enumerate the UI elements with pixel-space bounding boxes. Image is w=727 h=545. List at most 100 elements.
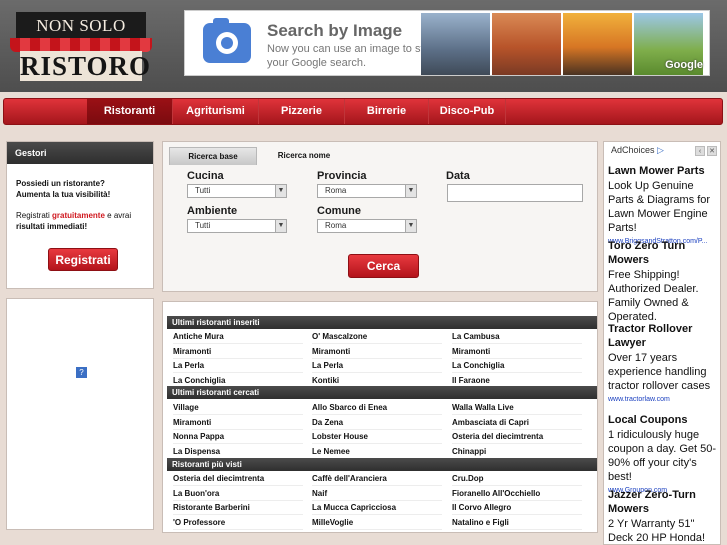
- list-item[interactable]: O' Mascalzone: [312, 330, 442, 344]
- gestori-panel: Gestori Possiedi un ristorante? Aumenta …: [6, 141, 154, 289]
- ad-title[interactable]: Toro Zero Turn Mowers: [608, 239, 722, 267]
- chevron-down-icon: ▼: [405, 185, 416, 197]
- main-nav: Ristoranti Agriturismi Pizzerie Birrerie…: [3, 98, 723, 125]
- list-item[interactable]: MilleVoglie: [312, 516, 442, 530]
- list-item[interactable]: Lobster House: [312, 430, 442, 444]
- list-item[interactable]: Nonna Pappa: [173, 430, 303, 444]
- ad-title[interactable]: Tractor Rollover Lawyer: [608, 322, 722, 350]
- left-ad-slot[interactable]: ?: [6, 298, 154, 530]
- search-by-image-banner-ad[interactable]: Search by Image Now you can use an image…: [184, 10, 710, 76]
- ambiente-select[interactable]: Tutti ▼: [187, 219, 287, 233]
- list-item[interactable]: Naif: [312, 487, 442, 501]
- ad-body: Over 17 years experience handling tracto…: [608, 352, 711, 392]
- chevron-down-icon: ▼: [275, 220, 286, 232]
- list-item[interactable]: La Conchiglia: [452, 359, 582, 373]
- ad-body: 2 Yr Warranty 51" Deck 20 HP Honda! Made…: [608, 518, 706, 544]
- site-header: NON SOLO RISTORO Search by Image Now you…: [0, 0, 727, 92]
- comune-select[interactable]: Roma ▼: [317, 219, 417, 233]
- list-item[interactable]: La Perla: [312, 359, 442, 373]
- list-item[interactable]: Miramonti: [173, 345, 303, 359]
- registrati-button[interactable]: Registrati: [48, 248, 118, 271]
- chevron-down-icon: ▼: [275, 185, 286, 197]
- list-item[interactable]: Il Corvo Allegro: [452, 501, 582, 515]
- tab-ricerca-nome[interactable]: Ricerca nome: [261, 147, 347, 165]
- close-icon[interactable]: ✕: [707, 146, 717, 156]
- data-input[interactable]: [447, 184, 583, 202]
- nav-item-ristoranti[interactable]: Ristoranti: [87, 99, 173, 124]
- nav-item-agriturismi[interactable]: Agriturismi: [173, 99, 259, 124]
- nav-item-disco-pub[interactable]: Disco-Pub: [429, 99, 506, 124]
- adchoices-icon: ▷: [657, 145, 664, 155]
- list-item[interactable]: Miramonti: [312, 345, 442, 359]
- ad-info-icon[interactable]: ‹: [695, 146, 705, 156]
- gestori-text: Registrati gratuitamente e avrai risulta…: [16, 211, 132, 231]
- ad-item-jazzer-mowers[interactable]: Jazzer Zero-Turn Mowers 2 Yr Warranty 51…: [608, 488, 722, 545]
- list-item[interactable]: Ristorante Barberini: [173, 501, 303, 515]
- camera-icon: [203, 23, 251, 63]
- gestori-title: Gestori: [7, 142, 153, 164]
- list-item[interactable]: Miramonti: [452, 345, 582, 359]
- list-item[interactable]: Chinappi: [452, 445, 582, 459]
- list-item[interactable]: Allo Sbarco di Enea: [312, 401, 442, 415]
- list-item[interactable]: Miramonti: [173, 416, 303, 430]
- adchoices-link[interactable]: AdChoices ▷: [611, 145, 664, 156]
- search-panel: Ricerca base Ricerca nome Cucina Tutti ▼ …: [162, 141, 598, 292]
- banner-image-castle: [421, 13, 490, 75]
- list-item[interactable]: Antiche Mura: [173, 330, 303, 344]
- restaurant-lists-panel: Ultimi ristoranti inseriti Antiche Mura …: [162, 301, 598, 533]
- ad-item-local-coupons[interactable]: Local Coupons 1 ridiculously huge coupon…: [608, 413, 722, 495]
- list-item[interactable]: La Buon'ora: [173, 487, 303, 501]
- list-item[interactable]: 'O Professore: [173, 516, 303, 530]
- list-item[interactable]: Fioranello All'Occhiello: [452, 487, 582, 501]
- list-item[interactable]: La Cambusa: [452, 330, 582, 344]
- section-header-ultimi-cercati: Ultimi ristoranti cercati: [167, 386, 597, 399]
- list-item[interactable]: Caffè dell'Aranciera: [312, 472, 442, 486]
- cucina-select[interactable]: Tutti ▼: [187, 184, 287, 198]
- provincia-select[interactable]: Roma ▼: [317, 184, 417, 198]
- list-item[interactable]: Natalino e Figli: [452, 516, 582, 530]
- nav-item-birrerie[interactable]: Birrerie: [345, 99, 429, 124]
- list-item[interactable]: Osteria del diecimtrenta: [173, 472, 303, 486]
- logo-awning: [10, 38, 152, 52]
- list-item[interactable]: La Dispensa: [173, 445, 303, 459]
- list-item[interactable]: Cru.Dop: [452, 472, 582, 486]
- ad-item-lawn-mower-parts[interactable]: Lawn Mower Parts Look Up Genuine Parts &…: [608, 164, 722, 246]
- list-item[interactable]: Osteria del diecimtrenta: [452, 430, 582, 444]
- logo-bottom-text: RISTORO: [20, 51, 152, 81]
- banner-subtitle: Now you can use an image to start your G…: [267, 43, 437, 69]
- ad-body: Free Shipping! Authorized Dealer. Family…: [608, 269, 699, 323]
- ad-url[interactable]: www.tractorlaw.com: [608, 395, 722, 404]
- ad-title[interactable]: Lawn Mower Parts: [608, 164, 722, 178]
- list-item[interactable]: La Perla: [173, 359, 303, 373]
- chevron-down-icon: ▼: [405, 220, 416, 232]
- broken-image-icon: ?: [76, 367, 87, 378]
- list-item[interactable]: Walla Walla Live: [452, 401, 582, 415]
- cucina-label: Cucina: [187, 170, 224, 182]
- nav-item-pizzerie[interactable]: Pizzerie: [259, 99, 345, 124]
- list-item[interactable]: Da Zena: [312, 416, 442, 430]
- list-item[interactable]: Village: [173, 401, 303, 415]
- comune-label: Comune: [317, 205, 361, 217]
- logo-top-text: NON SOLO: [16, 12, 146, 40]
- section-header-ultimi-inseriti: Ultimi ristoranti inseriti: [167, 316, 597, 329]
- data-label: Data: [446, 170, 470, 182]
- ambiente-label: Ambiente: [187, 205, 238, 217]
- ad-item-toro-zero-turn[interactable]: Toro Zero Turn Mowers Free Shipping! Aut…: [608, 239, 722, 324]
- ad-title[interactable]: Jazzer Zero-Turn Mowers: [608, 488, 722, 516]
- list-item[interactable]: La Mucca Capricciosa: [312, 501, 442, 515]
- ad-controls: ‹ ✕: [693, 144, 717, 156]
- cerca-button[interactable]: Cerca: [348, 254, 419, 278]
- site-logo[interactable]: NON SOLO RISTORO: [10, 8, 152, 81]
- list-item[interactable]: Ambasciata di Capri: [452, 416, 582, 430]
- ad-item-tractor-rollover[interactable]: Tractor Rollover Lawyer Over 17 years ex…: [608, 322, 722, 404]
- tab-ricerca-base[interactable]: Ricerca base: [169, 147, 257, 165]
- ad-body: 1 ridiculously huge coupon a day. Get 50…: [608, 429, 717, 483]
- banner-images: [421, 13, 703, 75]
- banner-brand: Google: [665, 59, 703, 71]
- provincia-label: Provincia: [317, 170, 367, 182]
- banner-title: Search by Image: [267, 21, 403, 40]
- ad-title[interactable]: Local Coupons: [608, 413, 722, 427]
- ad-body: Look Up Genuine Parts & Diagrams for Law…: [608, 180, 711, 234]
- section-header-piu-visti: Ristoranti più visti: [167, 458, 597, 471]
- list-item[interactable]: Le Nemee: [312, 445, 442, 459]
